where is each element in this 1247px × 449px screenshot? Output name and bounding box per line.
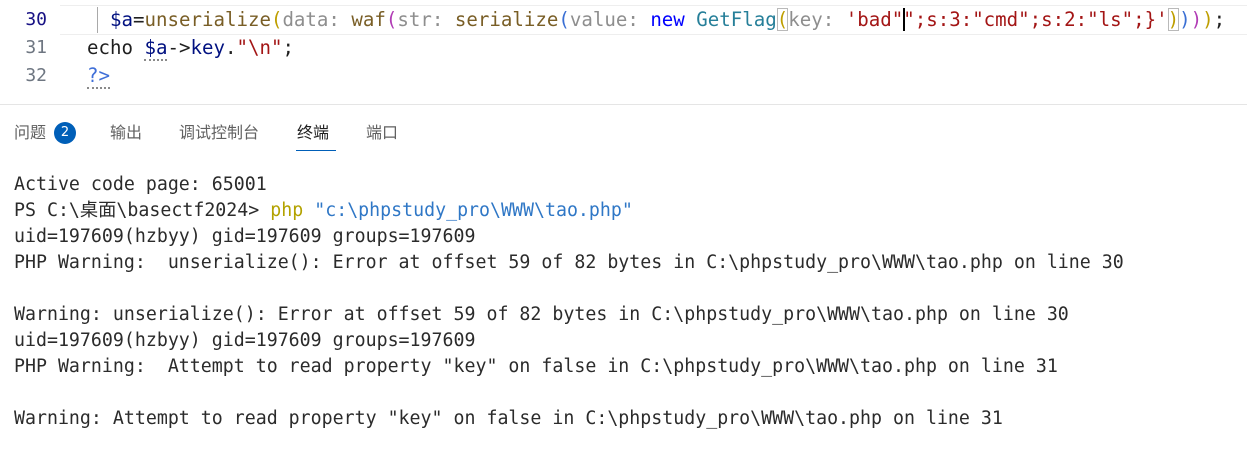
code-string: "\n" xyxy=(236,36,283,59)
code-variable: $a xyxy=(144,36,168,61)
terminal-output-line: Warning: unserialize(): Error at offset … xyxy=(14,304,1069,325)
inlay-hint: value: xyxy=(569,8,639,31)
tab-debug-console[interactable]: 调试控制台 xyxy=(179,121,265,145)
code-line[interactable]: 30 $a=unserialize(data: waf(str: serialize… xyxy=(0,6,1247,34)
code-text[interactable]: $a=unserialize(data: waf(str: serialize(va… xyxy=(87,6,1225,34)
tab-output[interactable]: 输出 xyxy=(110,121,146,145)
terminal-output-line: PHP Warning: Attempt to read property "k… xyxy=(14,356,1058,377)
tab-label: 输出 xyxy=(110,123,143,142)
code-function-name: serialize xyxy=(454,8,559,31)
code-bracket: ) xyxy=(1190,8,1203,31)
terminal-output-line: uid=197609(hzbyy) gid=197609 groups=1976… xyxy=(14,330,476,351)
vscode-window: 30 $a=unserialize(data: waf(str: serialize… xyxy=(0,0,1247,449)
bottom-panel: 问题 2 输出 调试控制台 终端 端口 Active code page: 650… xyxy=(0,104,1247,449)
terminal-prompt: PS C:\桌面\basectf2024> xyxy=(14,200,260,221)
code-operator: ; xyxy=(1213,8,1226,31)
code-operator: . xyxy=(224,36,237,59)
problems-count-badge: 2 xyxy=(54,122,76,144)
code-bracket-match: ) xyxy=(1167,8,1180,31)
line-number: 31 xyxy=(25,37,47,58)
terminal-output-line: uid=197609(hzbyy) gid=197609 groups=1976… xyxy=(14,226,476,247)
code-bracket: ( xyxy=(558,8,570,31)
terminal-prompt-line: PS C:\桌面\basectf2024> php "c:\phpstudy_p… xyxy=(14,198,1239,224)
code-property: key xyxy=(190,36,225,59)
terminal-output-line: Active code page: 65001 xyxy=(14,174,267,195)
tab-terminal[interactable]: 终端 xyxy=(296,121,336,151)
tab-label: 终端 xyxy=(297,123,330,142)
line-number: 30 xyxy=(25,9,47,30)
code-operator: -> xyxy=(167,36,191,59)
terminal-output-line: Warning: Attempt to read property "key" … xyxy=(14,408,1003,429)
inlay-hint: data: xyxy=(282,8,340,31)
code-text[interactable]: ?> xyxy=(87,62,110,90)
terminal-command: php xyxy=(270,200,304,221)
code-bracket: ( xyxy=(270,8,283,31)
tab-label: 端口 xyxy=(366,123,399,142)
code-operator: = xyxy=(132,8,145,31)
code-class-name: GetFlag xyxy=(696,8,777,31)
code-bracket: ) xyxy=(1202,8,1214,31)
code-line[interactable]: 31 echo $a->key."\n"; xyxy=(0,34,1247,62)
tab-label: 调试控制台 xyxy=(179,123,260,142)
code-keyword: echo xyxy=(87,36,145,59)
tab-ports[interactable]: 端口 xyxy=(366,121,402,145)
terminal[interactable]: Active code page: 65001 PS C:\桌面\basectf… xyxy=(14,172,1239,432)
php-close-tag: ?> xyxy=(87,64,110,89)
code-bracket: ( xyxy=(385,8,398,31)
code-line[interactable]: 32 ?> xyxy=(0,62,1247,90)
line-number: 32 xyxy=(25,65,47,86)
inlay-hint: str: xyxy=(397,8,444,31)
code-text[interactable]: echo $a->key."\n"; xyxy=(87,34,294,62)
code-editor[interactable]: 30 $a=unserialize(data: waf(str: serialize… xyxy=(0,0,1247,104)
code-function-name: unserialize xyxy=(144,8,271,31)
code-bracket-match: ( xyxy=(776,8,789,31)
terminal-command-argument: "c:\phpstudy_pro\WWW\tao.php" xyxy=(314,200,633,221)
inlay-hint: key: xyxy=(788,8,835,31)
code-variable: $a xyxy=(109,8,133,31)
code-keyword: new xyxy=(650,8,697,31)
code-operator: ; xyxy=(282,36,294,59)
terminal-output-line: PHP Warning: unserialize(): Error at off… xyxy=(14,252,1124,273)
code-string: 'bad" xyxy=(845,8,904,31)
tab-label: 问题 xyxy=(14,123,47,142)
tab-problems[interactable]: 问题 2 xyxy=(14,121,80,145)
code-function-name: waf xyxy=(351,8,386,31)
code-string: ";s:3:"cmd";s:2:"ls";}' xyxy=(903,8,1168,31)
code-bracket: ) xyxy=(1179,8,1191,31)
